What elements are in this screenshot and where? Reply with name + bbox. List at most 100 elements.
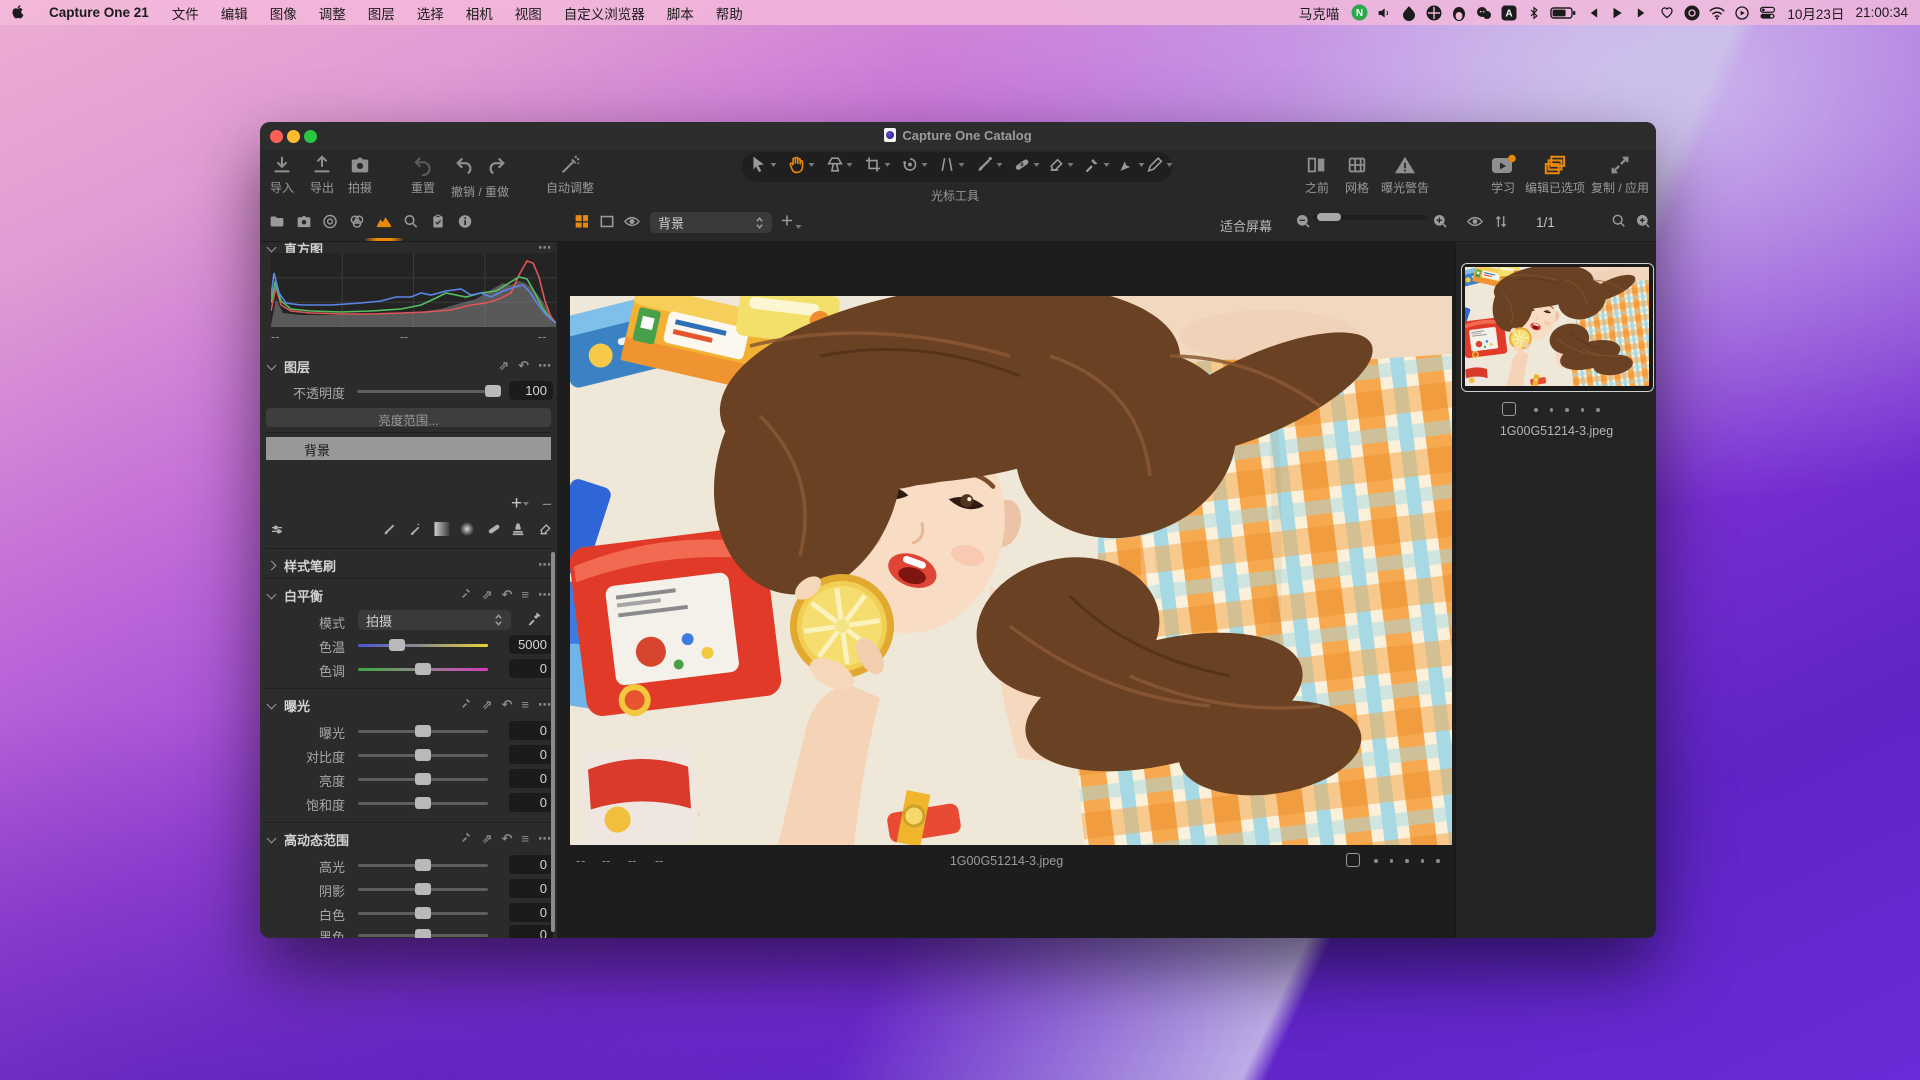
highlight-value[interactable]: 0 (509, 855, 553, 874)
contrast-thumb[interactable] (415, 749, 431, 761)
fit-screen-label[interactable]: 适合屏幕 (1220, 216, 1272, 235)
import-button[interactable]: 导入 (270, 154, 294, 196)
exposure-thumb[interactable] (415, 725, 431, 737)
brightness-slider[interactable] (358, 778, 488, 781)
viewer-pick-checkbox[interactable] (1346, 853, 1360, 867)
adjustments-tab-icon[interactable] (430, 213, 446, 235)
viewer-background-select[interactable]: 背景 (650, 212, 772, 233)
black-value[interactable]: 0 (509, 925, 553, 938)
layer-radial-icon[interactable] (460, 522, 475, 541)
erase-tool[interactable] (1047, 155, 1074, 174)
bluetooth-icon[interactable] (1525, 4, 1543, 22)
shadow-thumb[interactable] (415, 883, 431, 895)
opacity-slider[interactable] (357, 390, 500, 393)
shadow-value[interactable]: 0 (509, 879, 553, 898)
layer-settings-icon[interactable] (269, 522, 285, 542)
thumb-pick-checkbox[interactable] (1502, 402, 1516, 416)
proof-view-icon[interactable] (623, 213, 642, 235)
shadow-slider[interactable] (358, 888, 488, 891)
wb-menu-icon[interactable]: ⋯ (538, 586, 551, 604)
layer-clone-icon[interactable] (510, 521, 526, 542)
saturation-slider[interactable] (358, 802, 488, 805)
wb-temp-slider[interactable] (358, 644, 488, 647)
redo-button[interactable] (485, 154, 507, 176)
menu-image[interactable]: 图像 (259, 3, 308, 23)
media-next-icon[interactable] (1633, 4, 1651, 22)
layer-style-brush-icon[interactable] (406, 521, 424, 542)
exposure-header[interactable]: 曝光 ⇗ ↶ ≡ ⋯ (260, 694, 557, 716)
white-thumb[interactable] (415, 907, 431, 919)
wb-presets-icon[interactable]: ≡ (521, 586, 529, 604)
sort-icon[interactable] (1493, 213, 1509, 235)
undo-button[interactable] (454, 154, 476, 176)
menubar-username[interactable]: 马克喵 (1299, 3, 1340, 23)
copy-apply-button[interactable]: 复制 / 应用 (1591, 154, 1649, 196)
grid-button[interactable]: 网格 (1345, 154, 1369, 196)
pick-color-tool[interactable] (1083, 155, 1110, 174)
wb-temp-thumb[interactable] (389, 639, 405, 651)
exp-reset-icon[interactable]: ↶ (502, 696, 513, 714)
crop-tool[interactable] (864, 155, 891, 174)
hdr-picker-icon[interactable] (460, 830, 473, 848)
highlight-slider[interactable] (358, 864, 488, 867)
apply-arrow-tool[interactable] (1118, 155, 1145, 174)
lens-tab-icon[interactable] (322, 213, 339, 235)
menubar-clock[interactable]: 21:00:34 (1855, 5, 1908, 20)
saturation-value[interactable]: 0 (509, 793, 553, 812)
menu-script[interactable]: 脚本 (656, 3, 705, 23)
layers-header[interactable]: 图层 ⇗ ↶ ⋯ (260, 355, 557, 377)
layers-expand-icon[interactable]: ⇗ (498, 357, 509, 375)
select-tool[interactable] (750, 155, 777, 174)
heart-icon[interactable] (1658, 4, 1676, 22)
wb-tint-value[interactable]: 0 (509, 659, 553, 678)
reset-button[interactable]: 重置 (411, 154, 435, 196)
thumbnail-image[interactable] (1465, 267, 1649, 386)
style-brush-header[interactable]: 样式笔刷 ⋯ (260, 554, 557, 576)
wb-tint-thumb[interactable] (415, 663, 431, 675)
hdr-presets-icon[interactable]: ≡ (521, 830, 529, 848)
menu-camera[interactable]: 相机 (455, 3, 504, 23)
hdr-reset-icon[interactable]: ↶ (502, 830, 513, 848)
exposure-slider[interactable] (358, 730, 488, 733)
opacity-slider-thumb[interactable] (485, 385, 501, 397)
menu-select[interactable]: 选择 (406, 3, 455, 23)
layer-gradient-icon[interactable] (435, 522, 450, 541)
layer-brush-icon[interactable] (382, 521, 398, 542)
library-tab-icon[interactable] (269, 213, 286, 235)
export-button[interactable]: 导出 (310, 154, 334, 196)
viewer-rating-dots[interactable] (1374, 859, 1440, 863)
hdr-header[interactable]: 高动态范围 ⇗ ↶ ≡ ⋯ (260, 828, 557, 850)
viewer-zoom-slider[interactable] (1313, 215, 1428, 220)
control-center-icon[interactable] (1758, 4, 1776, 22)
wb-picker-icon[interactable] (460, 586, 473, 604)
wb-mode-select[interactable]: 拍摄 (358, 610, 511, 630)
viewer-zoom-thumb[interactable] (1317, 213, 1341, 221)
draw-mask-tool[interactable] (976, 155, 1003, 174)
before-after-button[interactable]: 之前 (1305, 154, 1329, 196)
menubar-date[interactable]: 10月23日 (1787, 3, 1844, 23)
menu-layer[interactable]: 图层 (357, 3, 406, 23)
browser-search-icon[interactable] (1611, 213, 1627, 234)
app-icon-2[interactable] (1425, 4, 1443, 22)
wb-reset-icon[interactable]: ↶ (502, 586, 513, 604)
wb-temp-value[interactable]: 5000 (509, 635, 553, 654)
saturation-thumb[interactable] (415, 797, 431, 809)
exp-picker-icon[interactable] (460, 696, 473, 714)
keystone-tool[interactable] (938, 155, 965, 174)
exposure-warning-button[interactable]: 曝光警告 (1381, 154, 1429, 196)
wb-eyedropper-icon[interactable] (526, 611, 542, 632)
contrast-slider[interactable] (358, 754, 488, 757)
opacity-value[interactable]: 100 (509, 381, 553, 400)
screen-record-icon[interactable] (1733, 4, 1751, 22)
battery-icon[interactable] (1550, 4, 1576, 22)
black-thumb[interactable] (415, 929, 431, 938)
hdr-expand-icon[interactable]: ⇗ (482, 830, 493, 848)
wifi-icon[interactable] (1708, 4, 1726, 22)
volume-icon[interactable] (1375, 4, 1393, 22)
white-balance-header[interactable]: 白平衡 ⇗ ↶ ≡ ⋯ (260, 584, 557, 606)
zoom-out-icon[interactable] (1295, 213, 1311, 234)
app-icon-penguin[interactable] (1450, 4, 1468, 22)
multi-view-icon[interactable] (574, 213, 591, 235)
edit-selected-button[interactable]: 编辑已选项 (1525, 154, 1585, 196)
app-icon-1[interactable] (1400, 4, 1418, 22)
